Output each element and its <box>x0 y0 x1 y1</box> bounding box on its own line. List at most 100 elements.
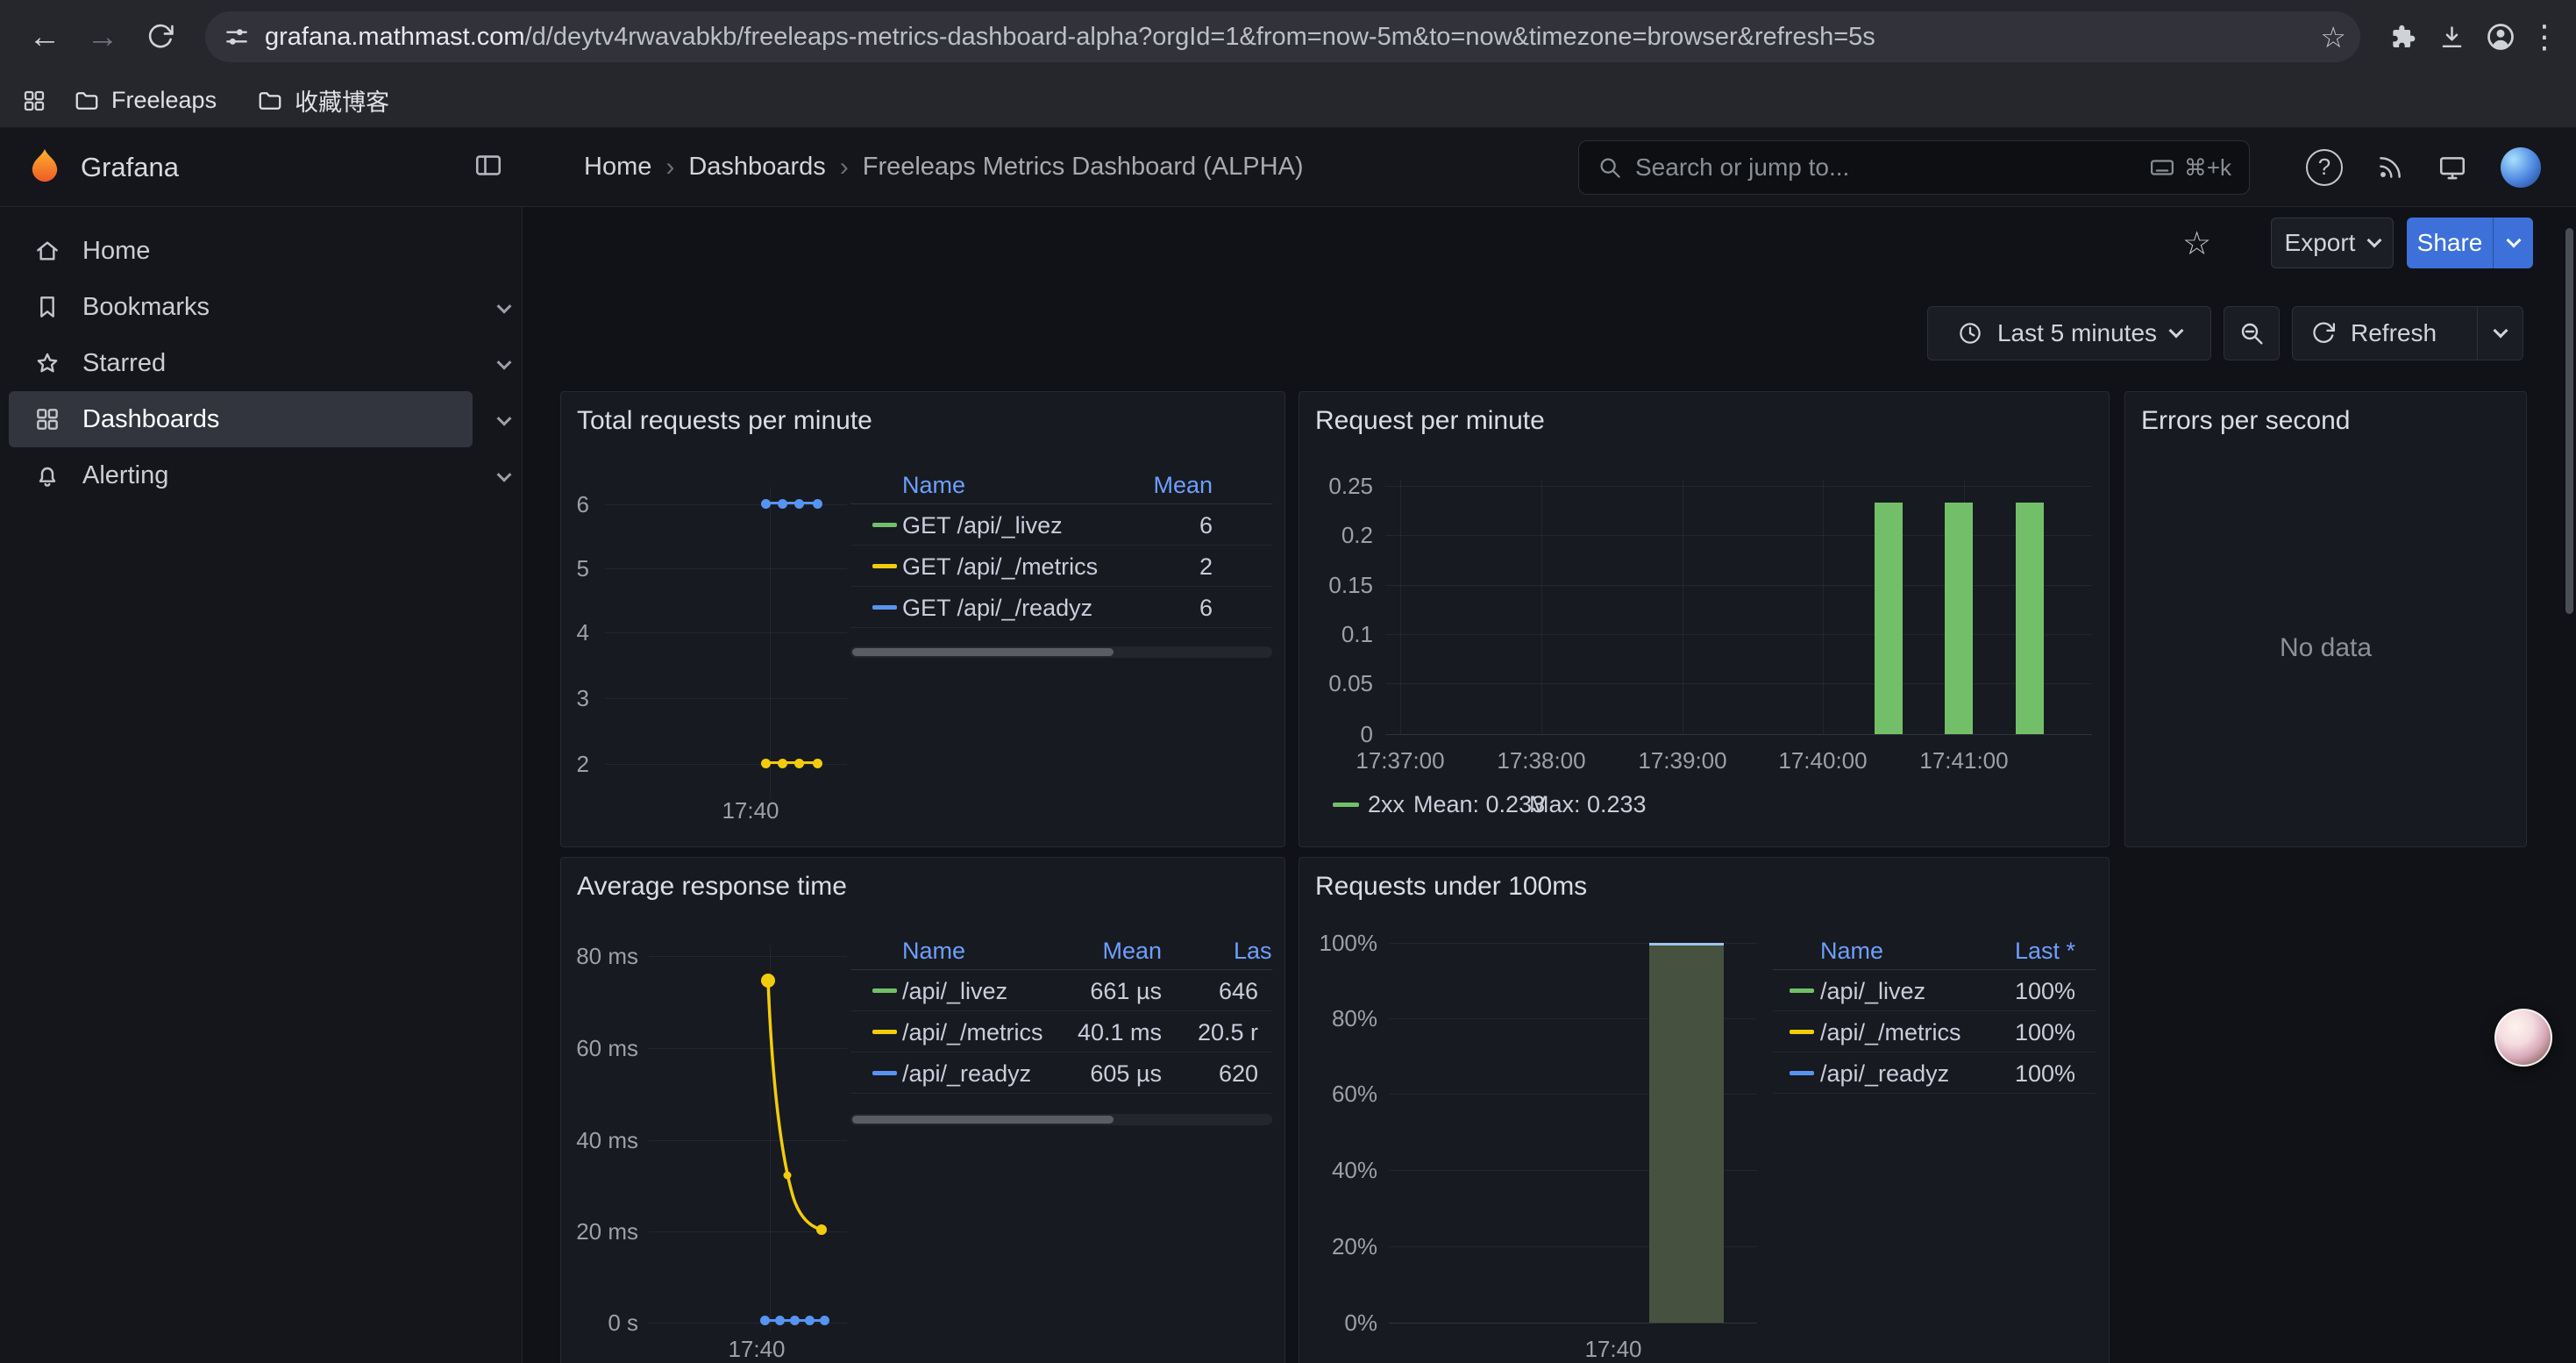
sidebar: Home Bookmarks Starred Dashboards Alerti… <box>0 207 523 1363</box>
chevron-down-icon <box>2367 233 2382 248</box>
search-shortcut-keys: ⌘+k <box>2184 154 2231 182</box>
series-name[interactable]: GET /api/_/readyz <box>902 595 1092 622</box>
column-header-last[interactable]: Las <box>1234 938 1272 965</box>
export-label: Export <box>2285 229 2356 257</box>
page-scrollbar[interactable] <box>2565 228 2573 614</box>
sidebar-item-label: Bookmarks <box>82 293 210 322</box>
bookmark-item-blog[interactable]: 收藏博客 <box>243 78 403 123</box>
apps-grid-button[interactable] <box>21 88 47 114</box>
star-icon <box>32 349 63 377</box>
refresh-button[interactable]: Refresh <box>2292 306 2523 360</box>
chevron-down-icon[interactable] <box>499 289 509 318</box>
extensions-button[interactable] <box>2378 12 2427 61</box>
forward-icon: → <box>87 18 119 55</box>
legend-table: Name Last * /api/_livez 100% /api/_/metr… <box>1773 933 2096 1105</box>
home-icon <box>32 237 63 265</box>
series-name[interactable]: /api/_/metrics <box>902 1019 1043 1046</box>
time-range-picker[interactable]: Last 5 minutes <box>1927 306 2211 360</box>
table-row: /api/_livez 100% <box>1773 970 2096 1011</box>
legend-mean: Mean: 0.233 <box>1413 791 1545 818</box>
series-point <box>760 1316 770 1325</box>
share-button[interactable]: Share <box>2407 218 2533 268</box>
sidebar-item-bookmarks[interactable]: Bookmarks <box>9 279 473 335</box>
breadcrumb: Home › Dashboards › Freeleaps Metrics Da… <box>584 128 1304 206</box>
scrollbar-thumb[interactable] <box>852 1116 1114 1124</box>
search-input[interactable]: Search or jump to... ⌘+k <box>1578 140 2250 195</box>
refresh-interval-dropdown[interactable] <box>2477 307 2523 360</box>
breadcrumb-dashboards[interactable]: Dashboards <box>688 153 825 182</box>
browser-menu-button[interactable]: ⋮ <box>2525 18 2564 55</box>
reload-button[interactable] <box>135 11 186 62</box>
downloads-button[interactable] <box>2427 12 2476 61</box>
series-color-dash <box>872 605 897 610</box>
table-scrollbar[interactable] <box>850 646 1272 658</box>
gridline <box>1385 634 2092 635</box>
news-rss-icon[interactable] <box>2376 153 2404 182</box>
user-avatar[interactable] <box>2501 147 2541 188</box>
column-header-name[interactable]: Name <box>1820 938 1883 965</box>
panel-title[interactable]: Errors per second <box>2141 406 2350 436</box>
x-tick: 17:40:00 <box>1766 747 1880 774</box>
chevron-down-icon[interactable] <box>499 458 509 487</box>
series-mean: 6 <box>1199 512 1213 539</box>
sidebar-item-alerting[interactable]: Alerting <box>9 447 473 503</box>
legend-color-dash <box>1333 803 1359 807</box>
sidebar-item-label: Dashboards <box>82 405 219 434</box>
sidebar-item-label: Home <box>82 237 150 266</box>
url-bar[interactable]: grafana.mathmast.com/d/deytv4rwavabkb/fr… <box>205 11 2360 62</box>
column-header-name[interactable]: Name <box>902 472 965 499</box>
series-mean: 661 µs <box>1090 978 1162 1005</box>
panel-title[interactable]: Total requests per minute <box>577 406 872 436</box>
table-scrollbar[interactable] <box>850 1114 1272 1125</box>
chevron-down-icon[interactable] <box>499 346 509 375</box>
sidebar-item-home[interactable]: Home <box>9 223 473 279</box>
series-name[interactable]: GET /api/_livez <box>902 512 1063 539</box>
series-color-dash <box>872 523 897 527</box>
series-color-dash <box>872 564 897 568</box>
series-name[interactable]: /api/_livez <box>1820 978 1925 1005</box>
series-name[interactable]: /api/_readyz <box>1820 1060 1949 1088</box>
bookmark-star-icon[interactable]: ☆ <box>2320 20 2346 54</box>
series-name[interactable]: /api/_readyz <box>902 1060 1031 1088</box>
dock-menu-button[interactable] <box>473 150 503 184</box>
sidebar-item-dashboards[interactable]: Dashboards <box>9 391 473 447</box>
table-row: /api/_/metrics 100% <box>1773 1011 2096 1053</box>
share-label[interactable]: Share <box>2407 218 2493 268</box>
panel-title[interactable]: Request per minute <box>1315 406 1545 436</box>
series-last: 646 <box>1219 978 1258 1005</box>
series-name[interactable]: /api/_livez <box>902 978 1007 1005</box>
series-color-dash <box>1790 988 1814 993</box>
series-name[interactable]: /api/_/metrics <box>1820 1019 1961 1046</box>
chevron-down-icon[interactable] <box>499 402 509 431</box>
column-header-name[interactable]: Name <box>902 938 965 965</box>
dashboard-content: ☆ Export Share Last 5 minutes Refresh To… <box>523 207 2576 1363</box>
column-header-last[interactable]: Last * <box>2015 938 2075 965</box>
site-controls-icon[interactable] <box>223 23 251 51</box>
panel-title[interactable]: Requests under 100ms <box>1315 872 1587 902</box>
profile-button[interactable] <box>2476 12 2525 61</box>
zoom-out-button[interactable] <box>2224 306 2280 360</box>
y-tick: 5 <box>568 555 589 582</box>
forward-button[interactable]: → <box>77 11 128 62</box>
export-button[interactable]: Export <box>2271 218 2394 268</box>
grafana-logo[interactable] <box>25 147 65 188</box>
legend-series-name[interactable]: 2xx <box>1368 791 1405 818</box>
series-color-dash <box>1790 1030 1814 1034</box>
monitor-icon[interactable] <box>2437 153 2467 182</box>
favorite-star-button[interactable]: ☆ <box>2182 225 2211 262</box>
column-header-mean[interactable]: Mean <box>1153 472 1213 499</box>
column-header-mean[interactable]: Mean <box>1102 938 1162 965</box>
bookmark-item-freeleaps[interactable]: Freeleaps <box>60 82 231 119</box>
table-header-row: Name Mean Las <box>850 933 1272 970</box>
sidebar-item-starred[interactable]: Starred <box>9 335 473 391</box>
share-dropdown-button[interactable] <box>2493 218 2533 268</box>
breadcrumb-home[interactable]: Home <box>584 153 651 182</box>
series-name[interactable]: GET /api/_/metrics <box>902 553 1098 581</box>
x-tick: 17:41:00 <box>1907 747 2021 774</box>
chevron-down-icon <box>2506 233 2521 248</box>
assistant-avatar[interactable] <box>2494 1009 2552 1067</box>
back-button[interactable]: ← <box>19 11 70 62</box>
help-button[interactable]: ? <box>2306 149 2343 186</box>
scrollbar-thumb[interactable] <box>852 648 1114 656</box>
y-tick: 0 <box>1303 721 1373 747</box>
